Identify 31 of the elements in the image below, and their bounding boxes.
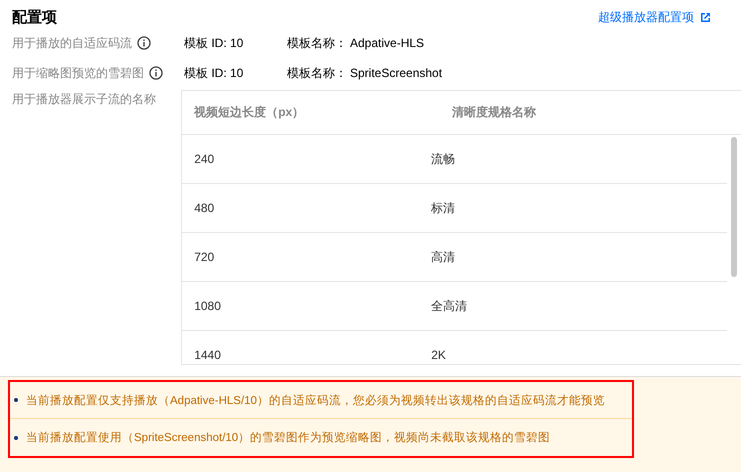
section-title: 配置项 [12, 8, 57, 26]
config-link[interactable]: 超级播放器配置项 [598, 8, 711, 26]
info-icon[interactable] [137, 36, 151, 50]
template-id: 模板 ID: 10 [184, 64, 244, 82]
warning-text: 当前播放配置仅支持播放（Adpative-HLS/10）的自适应码流，您必须为视频转出该规格的自适应码流才能预览 [26, 393, 605, 408]
setting-label: 用于播放的自适应码流 [12, 34, 132, 52]
column-header: 清晰度规格名称 [452, 105, 536, 119]
scrollbar[interactable] [731, 137, 737, 277]
table-cell: 720 [194, 250, 214, 264]
warning-text: 当前播放配置使用（SpriteScreenshot/10）的雪碧图作为预览缩略图，视频尚未截取该规格的雪碧图 [26, 430, 550, 445]
table-cell: 流畅 [431, 152, 456, 166]
setting-label: 用于播放器展示子流的名称 [12, 90, 156, 108]
table-cell: 480 [194, 201, 214, 215]
template-id: 模板 ID: 10 [184, 34, 244, 52]
template-name-label: 模板名称： [287, 64, 348, 82]
setting-label: 用于缩略图预览的雪碧图 [12, 64, 144, 82]
table-cell: 240 [194, 152, 214, 166]
table-cell: 全高清 [431, 298, 468, 312]
bullet-icon [14, 398, 18, 402]
table-cell: 2K [431, 348, 446, 362]
table-cell: 1440 [194, 348, 221, 362]
table-cell: 高清 [431, 250, 456, 264]
table-cell: 1080 [194, 299, 221, 313]
info-icon[interactable] [149, 66, 163, 80]
external-link-icon [700, 12, 711, 22]
template-name-value: Adpative-HLS [350, 36, 424, 50]
column-header: 视频短边长度（px） [194, 105, 304, 119]
table-cell: 标清 [431, 200, 456, 214]
template-name-value: SpriteScreenshot [350, 66, 442, 80]
bullet-icon [14, 436, 18, 440]
template-name-label: 模板名称： [287, 34, 348, 52]
